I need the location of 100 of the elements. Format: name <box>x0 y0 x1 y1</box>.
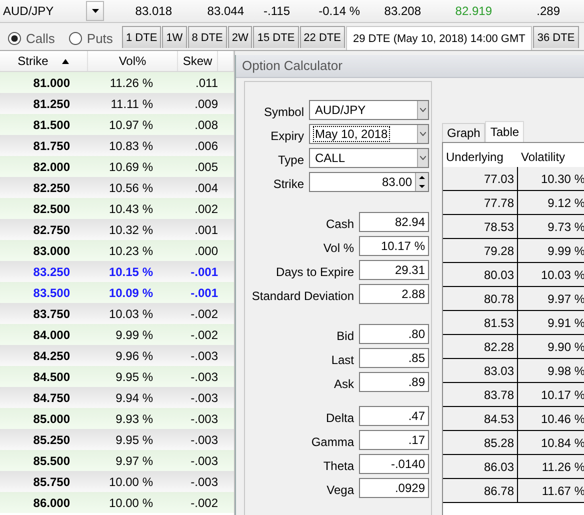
radio-label[interactable]: Puts <box>86 30 113 46</box>
volatility-cell-text: 10.56 % <box>108 180 154 194</box>
expiry-tab[interactable]: 29 DTE (May 10, 2018) 14:00 GMT <box>346 26 532 50</box>
number-field[interactable]: 82.94 <box>359 212 429 232</box>
spin-up-icon[interactable] <box>419 176 425 179</box>
volatility-cell-text: 10.23 % <box>108 244 154 258</box>
strike-cell-text: 85.500 <box>32 454 71 468</box>
field-label: Symbol <box>264 104 304 118</box>
number-field[interactable]: .0929 <box>359 478 429 498</box>
field-label: Type <box>278 152 304 166</box>
table-cell: 83.78 <box>443 383 518 407</box>
number-field[interactable]: .85 <box>359 348 429 368</box>
strike-cell-text: 84.750 <box>32 390 71 404</box>
field-label: Theta <box>323 458 354 472</box>
dropdown-field[interactable]: May 10, 2018 <box>309 124 429 144</box>
volatility-cell-text: 10.69 % <box>108 160 154 174</box>
field-label: Expiry <box>270 128 304 142</box>
caret-down-icon <box>92 9 98 13</box>
skew-cell-text: -.003 <box>190 348 218 362</box>
volatility-cell-text: 9.95 % <box>114 370 154 384</box>
strike-cell-text: 85.250 <box>32 432 71 446</box>
volatility-cell-text: 10.09 % <box>108 286 154 300</box>
column-header[interactable]: Strike <box>18 54 48 68</box>
skew-cell-text: -.002 <box>190 328 218 342</box>
strike-cell-text: 84.500 <box>32 370 71 384</box>
quote-value: 83.208 <box>383 4 421 18</box>
window-title-bar: Option Calculator <box>236 55 584 78</box>
number-field[interactable]: .89 <box>359 372 429 392</box>
field-label: Vega <box>326 482 354 496</box>
spinner-field[interactable]: 83.00 <box>309 172 429 192</box>
expiry-tab[interactable]: 36 DTE <box>533 26 579 48</box>
table-cell: 80.78 <box>443 287 518 311</box>
volatility-cell-text: 10.83 % <box>108 138 154 152</box>
dropdown-button[interactable] <box>86 1 104 21</box>
table-cell: 79.28 <box>443 239 518 263</box>
field-label: Bid <box>336 328 354 342</box>
skew-cell-text: -.002 <box>190 496 218 510</box>
radio-button[interactable] <box>68 32 82 44</box>
number-field[interactable]: .17 <box>359 430 429 450</box>
field-label: Last <box>331 352 354 366</box>
volatility-cell-text: 10.43 % <box>108 202 154 216</box>
skew-cell-text: .008 <box>194 118 218 132</box>
expiry-tab[interactable]: 15 DTE <box>253 26 299 48</box>
radio-label[interactable]: Calls <box>26 30 55 46</box>
strike-cell-text: 83.000 <box>32 244 71 258</box>
expiry-tab[interactable]: 1W <box>162 26 187 48</box>
view-tab[interactable]: Graph <box>442 123 486 142</box>
volatility-cell-text: 9.93 % <box>114 412 154 426</box>
table-cell: 80.03 <box>443 263 518 287</box>
skew-cell-text: .004 <box>194 180 218 194</box>
column-header[interactable]: Skew <box>182 54 212 68</box>
expiry-tab[interactable]: 22 DTE <box>300 26 345 48</box>
number-field[interactable]: .47 <box>359 406 429 426</box>
symbol-field[interactable]: AUD/JPY <box>0 0 86 22</box>
strike-cell-text: 84.000 <box>32 328 71 342</box>
number-field[interactable]: .80 <box>359 324 429 344</box>
strike-cell-text: 81.750 <box>32 138 71 152</box>
volatility-cell-text: 11.26 % <box>108 76 154 90</box>
strike-cell-text: 84.250 <box>32 348 71 362</box>
table-cell: 82.28 <box>443 335 518 359</box>
skew-cell-text: -.001 <box>190 286 218 300</box>
dropdown-field[interactable]: CALL <box>309 148 429 168</box>
strike-cell-text: 85.750 <box>32 474 71 488</box>
table-cell: 86.78 <box>443 479 518 503</box>
strike-cell-text: 81.000 <box>32 76 71 90</box>
skew-cell-text: -.003 <box>190 474 218 488</box>
field-label: Delta <box>326 410 354 424</box>
chevron-down-icon <box>420 156 426 160</box>
dropdown-field[interactable]: AUD/JPY <box>309 100 429 120</box>
expiry-tab[interactable]: 8 DTE <box>188 26 227 48</box>
chevron-down-icon <box>420 108 426 112</box>
strike-cell-text: 82.500 <box>32 202 71 216</box>
field-label: Gamma <box>311 434 354 448</box>
volatility-cell-text: 10.00 % <box>108 474 154 488</box>
strike-cell-text: 81.500 <box>32 118 71 132</box>
table-cell: 86.03 <box>443 455 518 479</box>
number-field[interactable]: 29.31 <box>359 260 429 280</box>
quote-value: -.115 <box>262 4 290 18</box>
number-field[interactable]: 10.17 % <box>359 236 429 256</box>
radio-button[interactable] <box>8 32 21 44</box>
spin-down-icon[interactable] <box>419 185 425 188</box>
column-header[interactable]: Vol% <box>118 54 146 68</box>
skew-cell-text: .009 <box>194 96 218 110</box>
skew-cell-text: -.002 <box>190 306 218 320</box>
skew-cell-text: -.001 <box>190 264 218 278</box>
view-tab[interactable]: Table <box>485 121 524 142</box>
number-field[interactable]: -.0140 <box>359 454 429 474</box>
quote-value: 83.044 <box>206 4 244 18</box>
field-label: Ask <box>334 376 354 390</box>
table-cell: 78.53 <box>443 215 518 239</box>
field-label: Standard Deviation <box>252 288 354 302</box>
skew-cell-text: -.003 <box>190 370 218 384</box>
field-label: Cash <box>326 216 354 230</box>
table-cell: 85.28 <box>443 431 518 455</box>
volatility-cell-text: 9.95 % <box>114 432 154 446</box>
expiry-tab[interactable]: 1 DTE <box>122 26 162 48</box>
strike-cell-text: 86.000 <box>32 496 71 510</box>
expiry-tab[interactable]: 2W <box>228 26 252 48</box>
number-field[interactable]: 2.88 <box>359 284 429 304</box>
volatility-cell-text: 9.97 % <box>114 454 154 468</box>
